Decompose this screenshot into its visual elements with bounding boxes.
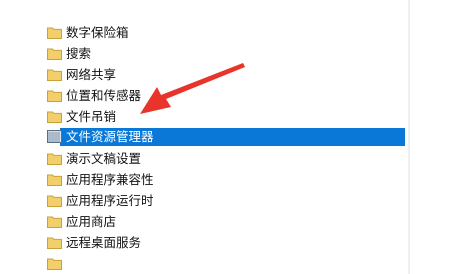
row-highlight: [60, 255, 405, 273]
tree-item-file-revocation[interactable]: 文件吊销: [0, 108, 405, 126]
folder-icon: [47, 48, 62, 60]
tree-item-label: 位置和传感器: [66, 89, 142, 103]
tree-item-search[interactable]: 搜索: [0, 45, 405, 63]
tree-item-label: 搜索: [66, 47, 92, 61]
folder-icon: [47, 216, 62, 228]
tree-item-label: 应用商店: [66, 215, 117, 229]
tree-item-label: 网络共享: [66, 68, 117, 82]
tree-item-network-sharing[interactable]: 网络共享: [0, 66, 405, 84]
folder-icon: [47, 195, 62, 207]
tree-item-location-sensors[interactable]: 位置和传感器: [0, 87, 405, 105]
folder-icon: [47, 111, 62, 123]
policy-icon: [47, 130, 62, 143]
tree-item-label: 应用程序兼容性: [66, 173, 154, 187]
policy-tree: 数字保险箱 搜索 网络共享 位置和传感器 文件吊销 文件资源管理器 演示文稿设置…: [0, 0, 410, 274]
row-highlight: [60, 45, 405, 63]
tree-item-label: 应用程序运行时: [66, 194, 154, 208]
folder-icon: [47, 237, 62, 249]
folder-icon: [47, 174, 62, 186]
scrollbar-track[interactable]: [408, 0, 410, 274]
tree-item-presentation-settings[interactable]: 演示文稿设置: [0, 150, 405, 168]
folder-icon: [47, 258, 62, 270]
tree-item-app-compatibility[interactable]: 应用程序兼容性: [0, 171, 405, 189]
folder-icon: [47, 90, 62, 102]
folder-icon: [47, 153, 62, 165]
tree-item-remote-desktop-services[interactable]: 远程桌面服务: [0, 234, 405, 252]
tree-item-file-explorer[interactable]: 文件资源管理器: [0, 128, 405, 146]
tree-item-label: 演示文稿设置: [66, 152, 142, 166]
tree-item-label: 远程桌面服务: [66, 236, 142, 250]
tree-item-partial[interactable]: [0, 255, 405, 273]
folder-icon: [47, 69, 62, 81]
tree-item-digital-locker[interactable]: 数字保险箱: [0, 24, 405, 42]
tree-item-label: 数字保险箱: [66, 26, 129, 40]
folder-icon: [47, 27, 62, 39]
tree-item-app-store[interactable]: 应用商店: [0, 213, 405, 231]
tree-item-label: 文件吊销: [66, 110, 117, 124]
tree-item-label: 文件资源管理器: [66, 130, 154, 144]
screenshot-canvas: 数字保险箱 搜索 网络共享 位置和传感器 文件吊销 文件资源管理器 演示文稿设置…: [0, 0, 454, 274]
tree-item-app-runtime[interactable]: 应用程序运行时: [0, 192, 405, 210]
